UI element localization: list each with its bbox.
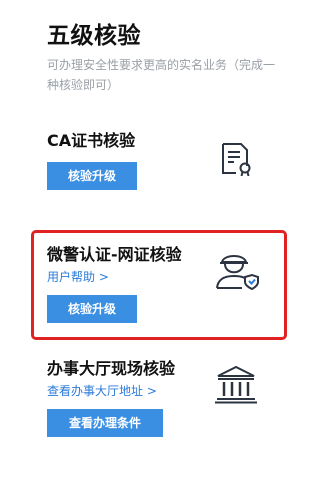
police-officer-icon xyxy=(214,250,260,294)
page-subtitle: 可办理安全性要求更高的实名业务（完成一种核验即可） xyxy=(47,58,276,92)
verify-upgrade-button[interactable]: 核验升级 xyxy=(47,295,137,323)
certificate-icon xyxy=(219,142,253,180)
government-building-icon xyxy=(214,364,258,408)
page-title: 五级核验 xyxy=(47,23,141,49)
verify-upgrade-button[interactable]: 核验升级 xyxy=(47,162,137,190)
view-conditions-button[interactable]: 查看办理条件 xyxy=(47,409,163,437)
